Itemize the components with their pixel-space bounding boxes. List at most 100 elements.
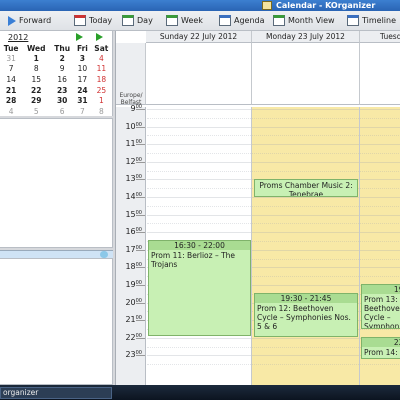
calendar-week-icon [166, 15, 178, 26]
event-time: 19:30 - 21:45 [255, 294, 357, 303]
hour-tick [136, 179, 145, 181]
day-cell[interactable]: 14 [0, 74, 22, 85]
hour-tick [136, 232, 145, 234]
agenda-view-button[interactable]: Agenda [219, 11, 265, 31]
allday-cell-monday[interactable] [252, 43, 360, 105]
day-cell[interactable]: 3 [74, 53, 91, 64]
hour-gridline [147, 144, 251, 146]
mini-calendar-year[interactable]: 2012 [8, 33, 28, 42]
day-cell[interactable]: 16 [50, 74, 74, 85]
hour-gridline [252, 232, 359, 234]
half-hour-gridline [147, 205, 251, 207]
todo-list-panel[interactable] [0, 118, 113, 248]
timeline-icon [347, 15, 359, 26]
day-cell[interactable]: 1 [22, 53, 50, 64]
hour-tick [136, 285, 145, 286]
event-viewer-panel[interactable] [0, 258, 113, 385]
event-time: 22: [362, 338, 400, 347]
hour-gridline [147, 337, 251, 339]
day-cell[interactable]: 7 [0, 64, 22, 75]
day-cell[interactable]: 8 [22, 64, 50, 75]
month-view-button[interactable]: Month View [273, 11, 335, 31]
today-button[interactable]: Today [74, 11, 112, 31]
hour-number: 11 [125, 139, 136, 149]
event-proms-chamber-music[interactable]: Proms Chamber Music 2: Tenebrae [254, 179, 358, 197]
hour-gridline [147, 355, 251, 357]
day-cell[interactable]: 17 [74, 74, 91, 85]
allday-cell-tuesday[interactable] [360, 43, 400, 105]
weekday-header: Wed [27, 43, 46, 53]
hour-gridline [147, 232, 251, 234]
day-cell[interactable]: 22 [22, 85, 50, 96]
day-cell[interactable]: 18 [91, 74, 112, 85]
hour-gridline [147, 126, 251, 128]
day-cell[interactable]: 1 [91, 95, 112, 106]
mini-calendar: 2012 Tue Wed Thu Fri Sat 31 1 2 3 4 7 8 … [0, 31, 113, 116]
day-cell[interactable]: 6 [50, 106, 74, 117]
day-cell[interactable]: 29 [22, 95, 50, 106]
day-cell[interactable]: 8 [91, 106, 112, 117]
day-cell[interactable]: 25 [91, 85, 112, 96]
hour-gridline [252, 337, 359, 339]
agenda-icon [219, 15, 231, 26]
day-header-tuesday[interactable]: Tuesda [360, 31, 400, 43]
allday-cell-sunday[interactable] [146, 43, 252, 105]
next-year-icon[interactable] [96, 33, 103, 41]
hour-number: 21 [125, 315, 136, 325]
event-prom-11[interactable]: 16:30 - 22:00 Prom 11: Berlioz – The Tro… [148, 240, 251, 336]
day-column-monday[interactable] [252, 107, 360, 385]
timeline-view-button[interactable]: Timeline [347, 11, 396, 31]
day-cell[interactable]: 9 [50, 64, 74, 75]
toolbar: Forward Today Day Week Agenda Month View… [0, 11, 400, 31]
day-cell[interactable]: 4 [91, 53, 112, 64]
hour-number: 13 [125, 174, 136, 184]
day-cell[interactable]: 24 [74, 85, 91, 96]
next-month-icon[interactable] [76, 33, 83, 41]
day-cell[interactable]: 7 [74, 106, 91, 117]
day-cell[interactable]: 5 [22, 106, 50, 117]
day-cell[interactable]: 30 [50, 95, 74, 106]
taskbar-app-button[interactable]: organizer [0, 387, 112, 399]
day-cell[interactable]: 23 [50, 85, 74, 96]
day-cell[interactable]: 4 [0, 106, 22, 117]
panel-splitter[interactable] [0, 250, 113, 258]
hour-tick [136, 267, 145, 269]
week-view-button[interactable]: Week [166, 11, 203, 31]
weekday-header: Fri [76, 43, 88, 53]
event-prom-13[interactable]: 19: Prom 13: Beethoven Cycle – Symphonie… [361, 284, 400, 329]
day-cell[interactable]: 15 [22, 74, 50, 85]
hour-gridline [147, 197, 251, 198]
day-cell[interactable]: 21 [0, 85, 22, 96]
hour-gridline [360, 126, 400, 128]
today-label: Today [89, 16, 113, 25]
event-prom-12[interactable]: 19:30 - 21:45 Prom 12: Beethoven Cycle –… [254, 293, 358, 337]
forward-button[interactable]: Forward [8, 11, 51, 31]
day-cell[interactable]: 10 [74, 64, 91, 75]
day-header-sunday[interactable]: Sunday 22 July 2012 [146, 31, 252, 43]
half-hour-gridline [252, 276, 359, 278]
day-cell[interactable]: 28 [0, 95, 22, 106]
day-header-monday[interactable]: Monday 23 July 2012 [252, 31, 360, 43]
half-hour-gridline [360, 329, 400, 330]
event-prom-14[interactable]: 22: Prom 14: K [361, 337, 400, 359]
calendar-app-icon [262, 1, 272, 10]
hour-tick [136, 126, 145, 128]
half-hour-gridline [360, 135, 400, 137]
hour-number: 17 [125, 244, 136, 254]
day-cell[interactable]: 2 [50, 53, 74, 64]
month-view-label: Month View [288, 16, 335, 25]
window-titlebar[interactable]: Calendar - KOrganizer [0, 0, 400, 11]
day-cell[interactable]: 11 [91, 64, 112, 75]
day-view-button[interactable]: Day [122, 11, 153, 31]
hour-gridline [360, 249, 400, 251]
half-hour-gridline [360, 188, 400, 190]
day-cell[interactable]: 31 [0, 53, 22, 64]
hour-gridline [360, 109, 400, 110]
hour-tick [136, 161, 145, 163]
day-cell[interactable]: 31 [74, 95, 91, 106]
hour-number: 20 [125, 297, 136, 307]
half-hour-gridline [252, 153, 359, 154]
half-hour-gridline [360, 364, 400, 366]
hour-number: 23 [125, 350, 136, 360]
splitter-handle[interactable] [100, 251, 108, 258]
